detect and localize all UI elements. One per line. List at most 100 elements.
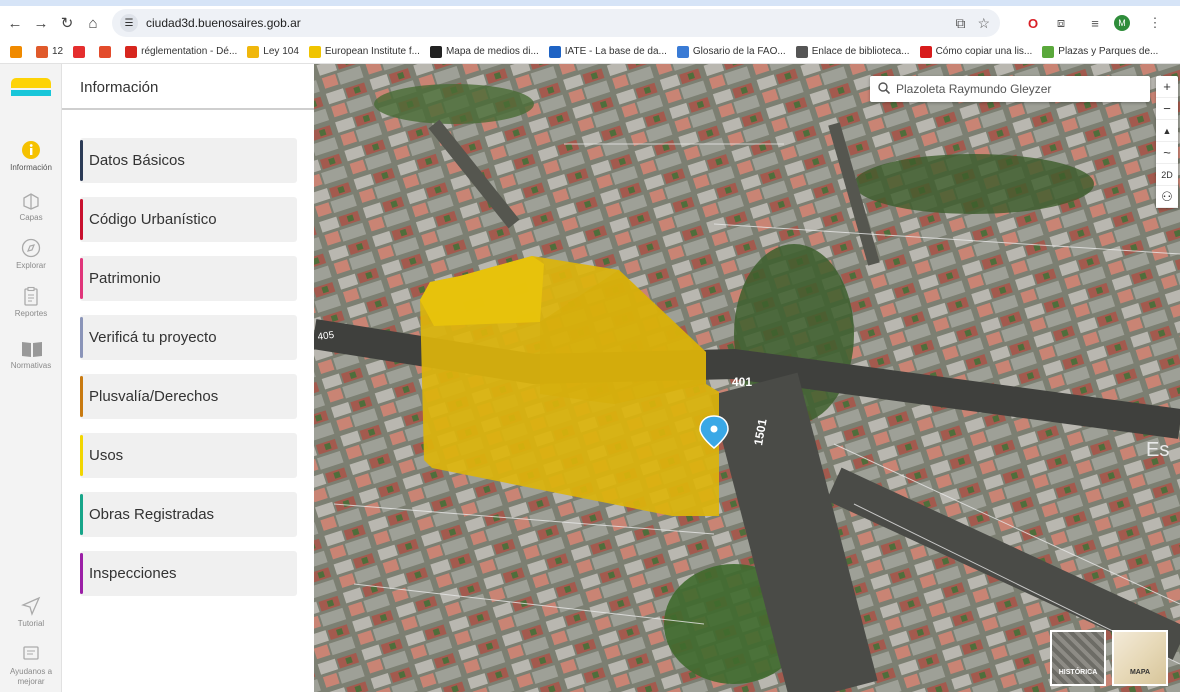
category-color-stripe: [80, 317, 83, 358]
forward-icon[interactable]: →: [30, 12, 52, 34]
bookmark-favicon-icon: [919, 45, 932, 58]
rail-item-ayudanos[interactable]: Ayudanos a mejorar: [0, 644, 62, 687]
category-button[interactable]: Plusvalía/Derechos: [80, 374, 297, 419]
ciudad3d-app: Información Capas Explorar Reportes Norm…: [0, 64, 1180, 692]
category-button[interactable]: Patrimonio: [80, 256, 297, 301]
category-color-stripe: [80, 435, 83, 476]
rail-label: Tutorial: [17, 619, 45, 628]
back-icon[interactable]: ←: [4, 12, 26, 34]
bookmark-favicon-icon: [795, 45, 808, 58]
toggle-2d-button[interactable]: 2D: [1156, 164, 1178, 186]
book-icon: [21, 338, 42, 358]
cast-icon[interactable]: ⧉: [955, 15, 965, 32]
bookmark-apps-icon[interactable]: [10, 45, 26, 58]
menu-icon[interactable]: ⋮: [1148, 14, 1162, 32]
rail-item-explorar[interactable]: Explorar: [0, 238, 62, 270]
zoom-in-button[interactable]: +: [1156, 76, 1178, 98]
bookmark-item[interactable]: Glosario de la FAO...: [676, 45, 786, 58]
panel-divider: [62, 108, 314, 110]
rail-item-normativas[interactable]: Normativas: [0, 338, 62, 370]
basemap-label: HISTÓRICA: [1058, 669, 1098, 676]
bookmark-label: Ley 104: [263, 46, 299, 57]
category-color-stripe: [80, 140, 83, 181]
bookmark-favicon-icon: [548, 45, 561, 58]
browser-toolbar: ← → ↻ ⌂ ☰ ciudad3d.buenosaires.gob.ar ⧉ …: [0, 6, 1180, 40]
bookmark-label: Enlace de biblioteca...: [811, 46, 910, 57]
compass-north-button[interactable]: ▲: [1156, 120, 1178, 142]
category-button[interactable]: Verificá tu proyecto: [80, 315, 297, 360]
bookmark-item[interactable]: Mapa de medios di...: [429, 45, 539, 58]
opera-extension-icon[interactable]: O: [1024, 14, 1042, 32]
home-icon[interactable]: ⌂: [82, 12, 104, 34]
street-view-button[interactable]: ⚇: [1156, 186, 1178, 208]
bookmark-favicon-icon: [73, 45, 86, 58]
bookmark-item[interactable]: Cómo copiar una lis...: [919, 45, 1033, 58]
category-button[interactable]: Inspecciones: [80, 551, 297, 596]
bookmark-item[interactable]: IATE - La base de da...: [548, 45, 667, 58]
extensions-icon[interactable]: ⧈: [1052, 14, 1070, 32]
category-label: Patrimonio: [89, 270, 161, 287]
category-label: Inspecciones: [89, 565, 177, 582]
search-value[interactable]: Plazoleta Raymundo Gleyzer: [896, 82, 1051, 96]
bookmark-favicon-icon: [429, 45, 442, 58]
rail-label: Capas: [19, 213, 43, 222]
rail-label: Ayudanos a mejorar: [9, 667, 53, 686]
map-search-input[interactable]: Plazoleta Raymundo Gleyzer: [870, 76, 1150, 102]
category-button[interactable]: Código Urbanístico: [80, 197, 297, 242]
rail-item-tutorial[interactable]: Tutorial: [0, 596, 62, 628]
basemap-historica[interactable]: HISTÓRICA: [1050, 630, 1106, 686]
url-text[interactable]: ciudad3d.buenosaires.gob.ar: [146, 16, 301, 30]
basemap-label: MAPA: [1129, 669, 1151, 676]
bookmark-item[interactable]: European Institute f...: [308, 45, 420, 58]
bookmark-item[interactable]: [99, 45, 115, 58]
profile-avatar[interactable]: M: [1114, 15, 1130, 31]
bookmark-item[interactable]: Enlace de biblioteca...: [795, 45, 910, 58]
site-info-icon[interactable]: ☰: [120, 14, 138, 32]
compass-icon: [21, 238, 41, 258]
reload-icon[interactable]: ↻: [56, 12, 78, 34]
map-3d-view[interactable]: 405 1501 401 Es Plazoleta Raymundo Gleyz…: [314, 64, 1180, 692]
bookmark-label: 12: [52, 46, 64, 57]
bookmark-item[interactable]: réglementation - Dé...: [125, 45, 238, 58]
bookmark-favicon-icon: [308, 45, 321, 58]
category-button[interactable]: Datos Básicos: [80, 138, 297, 183]
bookmark-item[interactable]: Plazas y Parques de...: [1042, 45, 1159, 58]
bookmark-star-icon[interactable]: ☆: [977, 15, 990, 32]
bookmark-item[interactable]: 12: [36, 45, 64, 58]
aerial-map[interactable]: 405 1501 401 Es: [314, 64, 1180, 692]
rail-label: Explorar: [16, 261, 46, 270]
category-button[interactable]: Obras Registradas: [80, 492, 297, 537]
basemap-switcher: HISTÓRICA MAPA: [1050, 630, 1168, 686]
left-rail: Información Capas Explorar Reportes Norm…: [0, 64, 62, 692]
send-icon: [21, 596, 41, 616]
zoom-out-button[interactable]: −: [1156, 98, 1178, 120]
bookmark-favicon-icon: [676, 45, 689, 58]
ba-logo[interactable]: [11, 78, 51, 96]
rail-item-informacion[interactable]: Información: [0, 140, 62, 172]
bookmark-favicon-icon: [99, 45, 112, 58]
bookmark-favicon-icon: [36, 45, 48, 58]
bookmark-label: Plazas y Parques de...: [1058, 46, 1159, 57]
category-label: Usos: [89, 447, 124, 464]
address-bar[interactable]: ☰ ciudad3d.buenosaires.gob.ar ⧉ ☆: [112, 9, 1000, 37]
rail-item-reportes[interactable]: Reportes: [0, 286, 62, 318]
bookmark-label: Cómo copiar una lis...: [935, 46, 1033, 57]
feedback-icon: [21, 644, 41, 664]
bookmark-favicon-icon: [125, 45, 138, 58]
bookmark-label: Mapa de medios di...: [445, 46, 539, 57]
category-label: Obras Registradas: [89, 506, 215, 523]
category-color-stripe: [80, 376, 83, 417]
rail-item-capas[interactable]: Capas: [0, 190, 62, 222]
bookmark-label: IATE - La base de da...: [564, 46, 667, 57]
category-label: Código Urbanístico: [89, 211, 217, 228]
basemap-mapa[interactable]: MAPA: [1112, 630, 1168, 686]
category-button[interactable]: Usos: [80, 433, 297, 478]
measure-button[interactable]: ~: [1156, 142, 1178, 164]
reading-list-icon[interactable]: ≡: [1086, 14, 1104, 32]
street-label: Es: [1146, 439, 1169, 461]
bookmark-item[interactable]: Ley 104: [247, 45, 299, 58]
bookmark-item[interactable]: [73, 45, 89, 58]
category-color-stripe: [80, 258, 83, 299]
bookmark-label: réglementation - Dé...: [141, 46, 238, 57]
info-panel: Información Datos Básicos Código Urbaníst…: [62, 64, 314, 692]
